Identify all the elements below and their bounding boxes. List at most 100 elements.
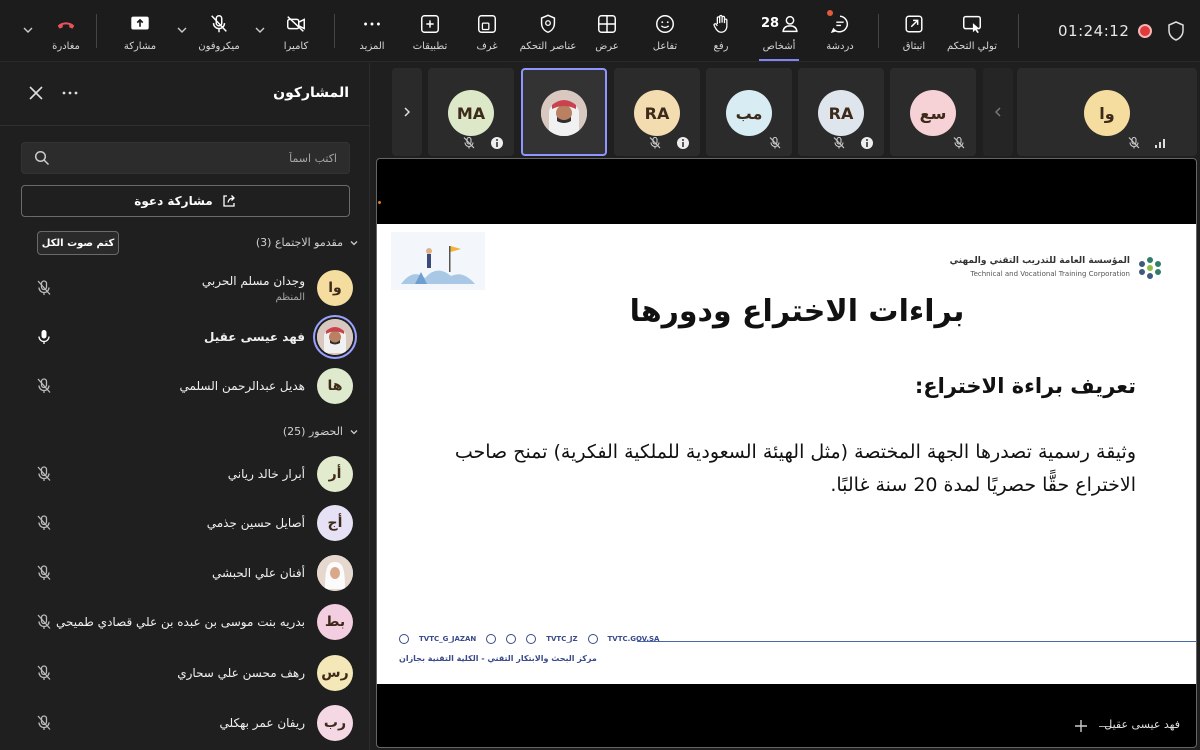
mic-muted-icon <box>649 136 661 149</box>
social-handle-1: TVTC_G_JAZAN <box>419 635 477 643</box>
participant-row[interactable]: ها هديل عبدالرحمن السلمي <box>0 362 370 410</box>
mute-all-button[interactable]: كتم صوت الكل <box>37 231 119 255</box>
chevron-down-icon <box>350 240 358 245</box>
share-invite-button[interactable]: مشاركة دعوة <box>21 185 350 217</box>
video-tile[interactable]: RA <box>798 68 884 156</box>
attendees-section-header[interactable]: الحضور (25) <box>283 425 359 438</box>
strip-next-button[interactable] <box>392 68 422 156</box>
mic-muted-icon <box>463 136 475 149</box>
snapchat-icon <box>486 634 497 644</box>
recording-indicator <box>1138 24 1152 38</box>
share-button[interactable]: مشاركة <box>118 6 162 58</box>
view-label: عرض <box>595 41 619 52</box>
popout-label: انبثاق <box>902 41 926 52</box>
participant-row[interactable]: رب ريفان عمر بهكلي <box>0 699 370 747</box>
people-label: أشخاص <box>762 41 796 52</box>
attendees-header-label: الحضور (25) <box>282 425 343 438</box>
strip-prev-button[interactable] <box>983 68 1013 156</box>
participant-row[interactable]: وا وجدان مسلم الحربي المنظم <box>0 264 370 312</box>
view-button[interactable]: عرض <box>592 6 622 58</box>
grid-view-icon <box>593 10 621 38</box>
avatar: ها <box>317 368 353 404</box>
chevron-down-icon[interactable] <box>22 24 34 36</box>
mute-all-label: كتم صوت الكل <box>41 237 115 249</box>
participant-name: رهف محسن علي سحاري <box>177 666 305 680</box>
apps-label: تطبيقات <box>412 41 448 52</box>
org-name-english: Technical and Vocational Training Corpor… <box>970 270 1131 278</box>
avatar: بط <box>317 604 353 640</box>
meeting-timer: 01:24:12 <box>1058 22 1130 40</box>
react-button[interactable]: تفاعل <box>648 6 682 58</box>
social-handle-3: TVTC.GOV.SA <box>607 635 660 643</box>
close-icon[interactable] <box>26 83 46 103</box>
leave-label: مغادرة <box>52 41 80 52</box>
slide-illustration <box>391 232 485 290</box>
people-count-badge: 28 <box>761 16 780 31</box>
participant-row[interactable]: أج أصايل حسين جذمي <box>0 499 370 547</box>
screen-cursor-icon <box>958 10 986 38</box>
participant-search <box>21 142 350 174</box>
chat-label: دردشة <box>826 41 854 52</box>
rooms-button[interactable]: غرف <box>470 6 504 58</box>
search-input[interactable] <box>67 143 337 173</box>
web-icon <box>587 634 598 644</box>
raise-label: رفع <box>713 41 729 52</box>
rooms-label: غرف <box>476 41 498 52</box>
chevron-down-icon[interactable] <box>176 24 188 36</box>
unread-dot <box>827 10 833 16</box>
participant-name: أفنان علي الحبشي <box>212 566 305 580</box>
participant-row[interactable]: أفنان علي الحبشي <box>0 549 370 597</box>
presentation-slide: المؤسسة العامة للتدريب التقني والمهني Te… <box>377 224 1196 684</box>
more-options-icon[interactable] <box>60 83 80 103</box>
video-tile-selected[interactable] <box>521 68 607 156</box>
take-control-button[interactable]: تولي التحكم <box>946 6 998 58</box>
shared-content-stage[interactable]: المؤسسة العامة للتدريب التقني والمهني Te… <box>376 158 1197 748</box>
mic-muted-icon <box>953 136 965 149</box>
avatar <box>317 555 353 591</box>
chevron-down-icon[interactable] <box>254 24 266 36</box>
share-screen-icon <box>126 10 154 38</box>
controls-button[interactable]: عناصر التحكم <box>516 6 580 58</box>
share-label: مشاركة <box>123 41 157 52</box>
participant-row[interactable]: بط بدريه بنت موسى بن عبده بن علي قصادي ط… <box>0 598 370 646</box>
avatar <box>541 90 587 136</box>
participant-name: ريفان عمر بهكلي <box>219 716 306 730</box>
research-center-name: مركز البحث والابتكار التقني - الكلية الت… <box>399 654 597 663</box>
mic-muted-icon <box>1128 136 1140 149</box>
participant-row[interactable]: أر أبرار خالد رياني <box>0 450 370 498</box>
slide-subtitle: تعريف براءة الاختراع: <box>914 374 1136 398</box>
shield-icon[interactable] <box>1167 21 1185 41</box>
raise-hand-button[interactable]: رفع <box>706 6 736 58</box>
presenters-header-label: مقدمو الاجتماع (3) <box>255 236 343 249</box>
smiley-icon <box>651 10 679 38</box>
apps-button[interactable]: تطبيقات <box>410 6 450 58</box>
hand-icon <box>707 10 735 38</box>
more-label: المزيد <box>359 41 385 52</box>
zoom-in-icon[interactable] <box>1074 719 1088 733</box>
leave-button[interactable]: مغادرة <box>46 6 86 58</box>
take-control-label: تولي التحكم <box>947 41 997 52</box>
camera-button[interactable]: كاميرا <box>276 6 316 58</box>
user-photo-icon <box>317 555 353 591</box>
meeting-toolbar: مغادرة مشاركة ميكروفون كاميرا المزيد تطب… <box>0 0 1200 62</box>
video-tile[interactable]: سع <box>890 68 976 156</box>
breakout-rooms-icon <box>473 10 501 38</box>
people-icon <box>776 10 804 38</box>
panel-title: المشاركون <box>273 85 349 101</box>
video-tile-pinned[interactable]: وا <box>1017 68 1197 156</box>
microphone-button[interactable]: ميكروفون <box>194 6 244 58</box>
chat-button[interactable]: دردشة <box>820 6 860 58</box>
mic-muted-icon <box>37 280 51 295</box>
participant-row[interactable]: فهد عيسى عقيل <box>0 313 370 361</box>
video-tile[interactable]: MA <box>428 68 514 156</box>
more-button[interactable]: المزيد <box>354 6 390 58</box>
video-tile[interactable]: مب <box>706 68 792 156</box>
presenters-section-header[interactable]: مقدمو الاجتماع (3) <box>256 236 359 249</box>
avatar: أج <box>317 505 353 541</box>
video-tile[interactable]: RA <box>614 68 700 156</box>
popout-button[interactable]: انبثاق <box>896 6 932 58</box>
participant-row[interactable]: رس رهف محسن علي سحاري <box>0 649 370 697</box>
signal-bars-icon <box>1155 139 1165 148</box>
chevron-down-icon <box>350 429 358 434</box>
people-button[interactable]: أشخاص <box>758 6 800 58</box>
